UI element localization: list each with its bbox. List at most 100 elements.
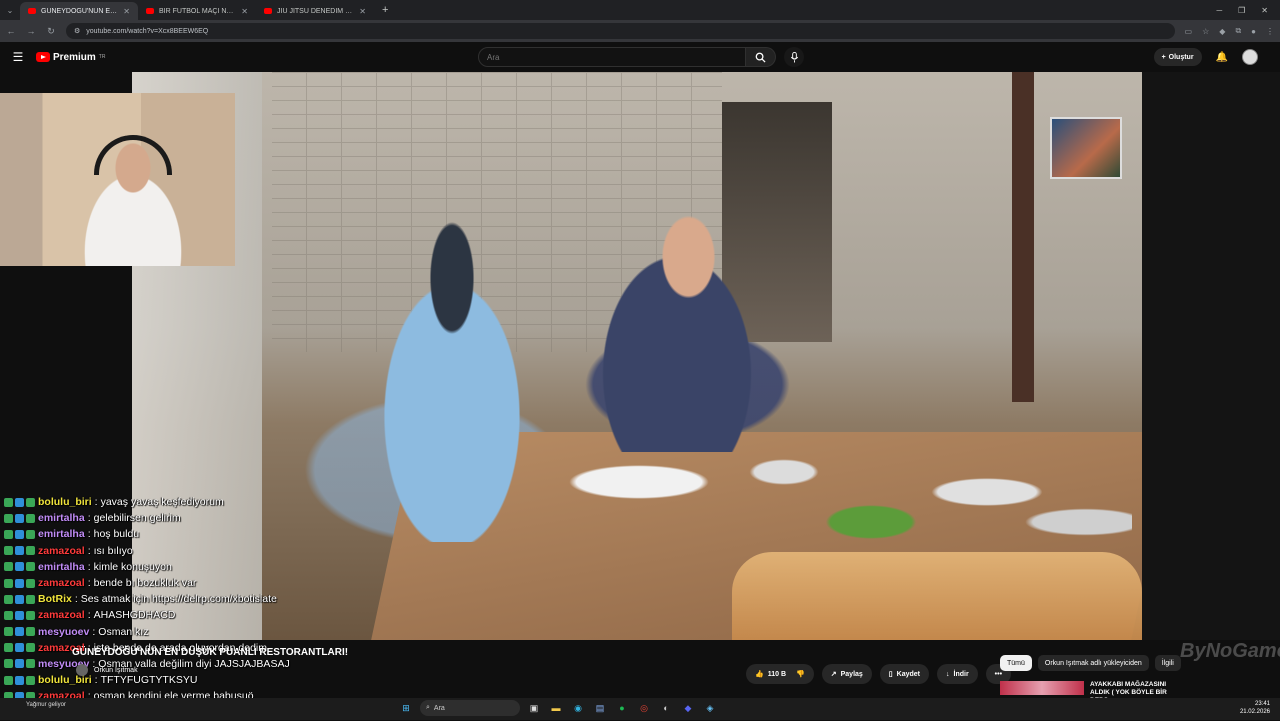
chat-badges bbox=[4, 659, 35, 669]
video-scene-painting bbox=[1050, 117, 1122, 179]
chat-username[interactable]: BotRix bbox=[38, 593, 72, 605]
account-avatar[interactable] bbox=[1242, 49, 1258, 65]
chat-badges bbox=[4, 513, 35, 523]
close-window-icon[interactable]: ✕ bbox=[1261, 6, 1268, 15]
site-info-icon[interactable]: ⚙ bbox=[74, 27, 80, 35]
chat-text: Ses atmak için https://delrp.com/xbotisi… bbox=[80, 593, 277, 606]
chat-badge-icon bbox=[26, 513, 35, 523]
chat-badge-icon bbox=[26, 659, 35, 669]
chat-badge-icon bbox=[15, 546, 24, 556]
chat-separator: : bbox=[94, 496, 98, 509]
chat-badge-icon bbox=[4, 659, 13, 669]
chat-username[interactable]: zamazoal bbox=[38, 545, 85, 557]
chip-all[interactable]: Tümü bbox=[1000, 655, 1032, 671]
browser-tab-1[interactable]: GÜNEYDOĞU'NUN EN DÜŞÜK ✕ bbox=[20, 2, 138, 20]
download-button[interactable]: ↓ İndir bbox=[937, 664, 978, 684]
stream-chat-overlay: bolulu_biri: yavaş yavaş keşfediyorum emir… bbox=[4, 494, 324, 721]
chat-separator: : bbox=[87, 560, 91, 573]
channel-row: Orkun Işıtmak bbox=[76, 664, 138, 676]
recommended-thumbnail[interactable] bbox=[1000, 681, 1084, 695]
search-button[interactable] bbox=[746, 47, 776, 67]
new-tab-button[interactable]: + bbox=[374, 4, 396, 16]
taskbar-search[interactable]: ⌕ Ara bbox=[420, 700, 520, 716]
forward-icon[interactable]: → bbox=[26, 26, 36, 36]
extension-icon[interactable]: ◆ bbox=[1219, 27, 1225, 36]
notifications-bell-icon[interactable]: 🔔 bbox=[1216, 52, 1228, 63]
start-icon[interactable]: ⊞ bbox=[398, 700, 414, 716]
like-button[interactable]: 👍 110 B 👎 bbox=[746, 664, 814, 684]
chat-badge-icon bbox=[15, 675, 24, 685]
clock-date: 21.02.2026 bbox=[1239, 709, 1270, 715]
youtube-favicon-icon bbox=[146, 8, 154, 14]
taskbar-apps: ⊞ ⌕ Ara ▣ ▬ ◉ ▤ ● ◎ ◐ ◆ ◈ bbox=[398, 700, 718, 716]
channel-name[interactable]: Orkun Işıtmak bbox=[94, 667, 138, 674]
youtube-logo[interactable]: Premium TR bbox=[36, 52, 105, 63]
chip-from-uploader[interactable]: Orkun Işıtmak adlı yükleyiciden bbox=[1037, 655, 1149, 671]
obs-icon[interactable]: ◐ bbox=[658, 700, 674, 716]
chat-message: emirtalha: kimle konuşuyon bbox=[4, 559, 324, 575]
youtube-favicon-icon bbox=[28, 8, 36, 14]
chat-badges bbox=[4, 529, 35, 539]
player-side-area bbox=[1142, 72, 1280, 640]
steam-icon[interactable]: ◈ bbox=[702, 700, 718, 716]
puzzle-icon[interactable]: ⧉ bbox=[1235, 26, 1241, 36]
menu-dots-icon[interactable]: ⋮ bbox=[1266, 27, 1274, 36]
chat-username[interactable]: emirtalha bbox=[38, 512, 85, 524]
close-tab-icon[interactable]: ✕ bbox=[241, 7, 248, 16]
search-input[interactable] bbox=[478, 47, 746, 67]
save-button[interactable]: ▯ Kaydet bbox=[879, 664, 929, 684]
minimize-icon[interactable]: ─ bbox=[1216, 6, 1222, 15]
chat-text: hoş buldu bbox=[93, 528, 140, 541]
related-chips: Tümü Orkun Işıtmak adlı yükleyiciden İlg… bbox=[1000, 655, 1181, 671]
close-tab-icon[interactable]: ✕ bbox=[123, 7, 130, 16]
video-scene-pipe bbox=[1012, 72, 1034, 402]
weather-widget[interactable]: Yağmur geliyor bbox=[26, 702, 66, 708]
dislike-icon[interactable]: 👎 bbox=[796, 670, 805, 678]
file-explorer-icon[interactable]: ▬ bbox=[548, 700, 564, 716]
chat-badge-icon bbox=[4, 578, 13, 588]
chrome-icon[interactable]: ◎ bbox=[636, 700, 652, 716]
cast-icon[interactable]: ▭ bbox=[1185, 27, 1193, 36]
browser-tab-3[interactable]: JIU JITSU DENEDİM w/ İlkmur K ✕ bbox=[256, 2, 374, 20]
chip-related[interactable]: İlgili bbox=[1154, 655, 1181, 671]
bookmark-star-icon[interactable]: ☆ bbox=[1202, 27, 1209, 36]
chat-badge-icon bbox=[4, 529, 13, 539]
tab-search-icon[interactable]: ⌄ bbox=[0, 6, 20, 15]
address-bar[interactable]: ⚙ youtube.com/watch?v=Xcx8BEEW6EQ bbox=[66, 23, 1175, 39]
chat-username[interactable]: mesyuoev bbox=[38, 626, 89, 638]
store-icon[interactable]: ▤ bbox=[592, 700, 608, 716]
chat-text: AHASHGDHACD bbox=[93, 609, 176, 622]
chat-text: kimle konuşuyon bbox=[93, 560, 172, 573]
header-actions: + Oluştur 🔔 bbox=[1153, 48, 1258, 66]
task-view-icon[interactable]: ▣ bbox=[526, 700, 542, 716]
chat-message: zamazoal: AHASHGDHACD bbox=[4, 607, 324, 623]
chat-text: Osman kız bbox=[98, 625, 149, 638]
save-label: Kaydet bbox=[896, 670, 920, 678]
chat-message: BotRix: Ses atmak için https://delrp.com/… bbox=[4, 591, 324, 607]
chat-badges bbox=[4, 675, 35, 685]
back-icon[interactable]: ← bbox=[6, 26, 16, 36]
chat-username[interactable]: zamazoal bbox=[38, 609, 85, 621]
create-button[interactable]: + Oluştur bbox=[1153, 48, 1202, 66]
profile-icon[interactable]: ● bbox=[1251, 27, 1256, 36]
bookmark-icon: ▯ bbox=[888, 671, 893, 678]
browser-tab-2[interactable]: BİR FUTBOL MAÇI NASIL FACİA ✕ bbox=[138, 2, 256, 20]
channel-avatar[interactable] bbox=[76, 664, 88, 676]
reload-icon[interactable]: ↻ bbox=[46, 26, 56, 37]
close-tab-icon[interactable]: ✕ bbox=[359, 7, 366, 16]
chat-username[interactable]: bolulu_biri bbox=[38, 496, 92, 508]
chat-username[interactable]: zamazoal bbox=[38, 577, 85, 589]
chat-username[interactable]: emirtalha bbox=[38, 528, 85, 540]
spotify-icon[interactable]: ● bbox=[614, 700, 630, 716]
share-button[interactable]: ↗ Paylaş bbox=[821, 664, 872, 684]
chat-username[interactable]: emirtalha bbox=[38, 561, 85, 573]
system-clock[interactable]: 23:41 21.02.2026 bbox=[1240, 700, 1270, 716]
menu-icon[interactable]: ☰ bbox=[0, 50, 36, 64]
youtube-header: ☰ Premium TR + Oluştur 🔔 bbox=[0, 42, 1280, 72]
edge-icon[interactable]: ◉ bbox=[570, 700, 586, 716]
chat-badge-icon bbox=[26, 675, 35, 685]
voice-search-button[interactable] bbox=[784, 47, 804, 67]
chat-badge-icon bbox=[4, 497, 13, 507]
maximize-icon[interactable]: ❐ bbox=[1238, 6, 1245, 15]
discord-icon[interactable]: ◆ bbox=[680, 700, 696, 716]
